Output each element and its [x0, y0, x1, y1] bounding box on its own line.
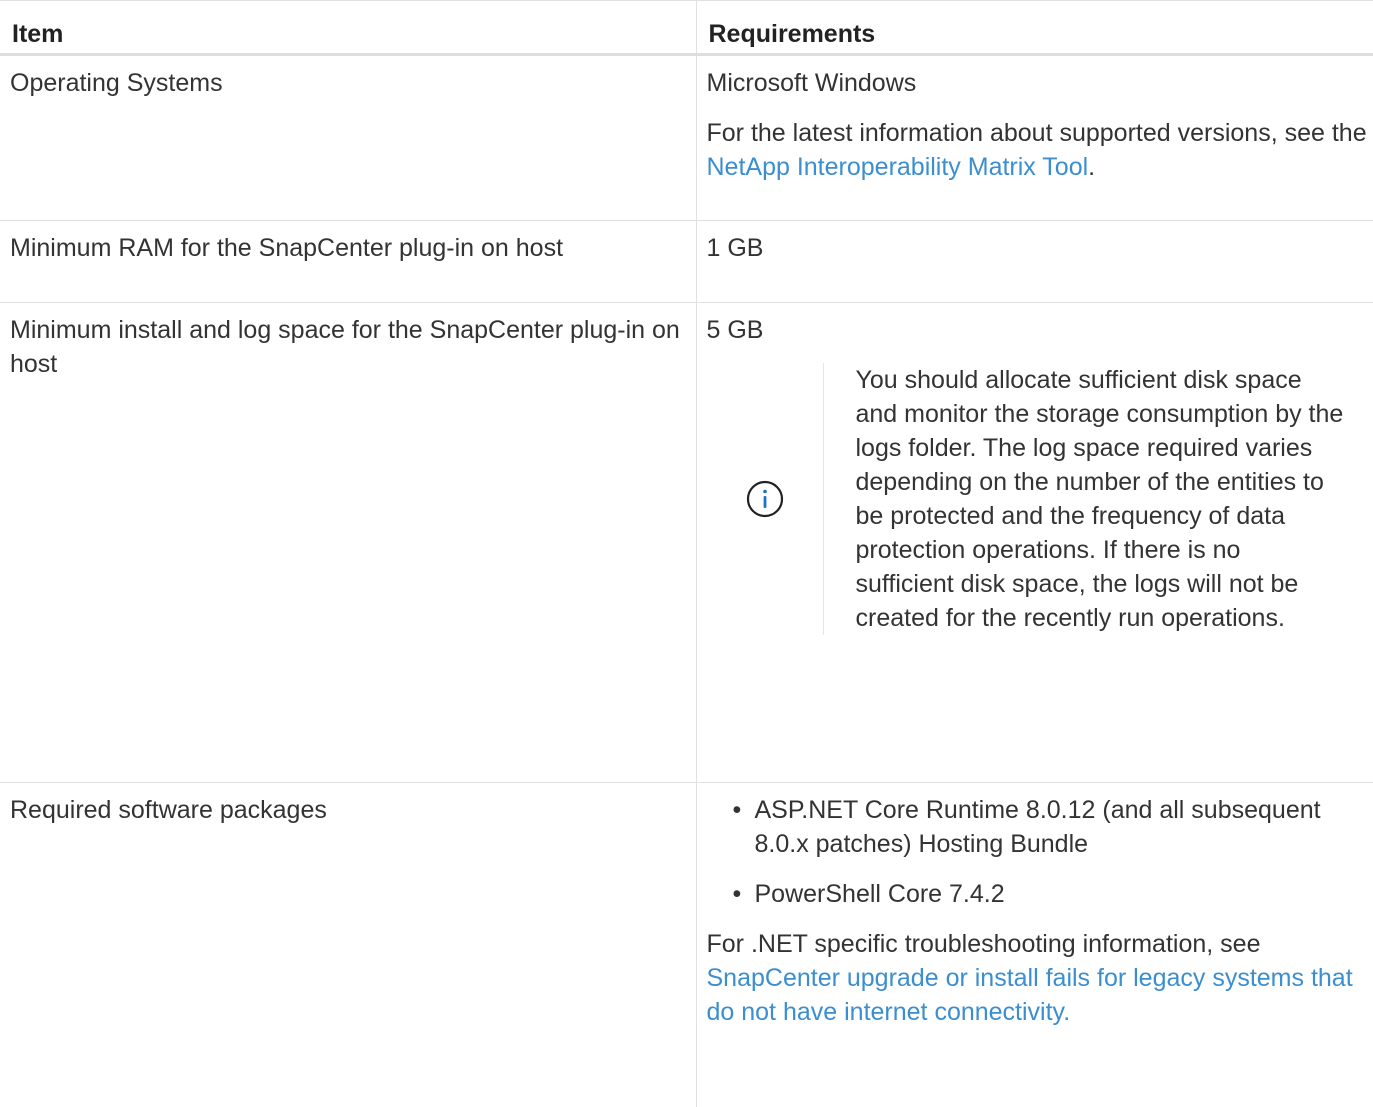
requirement-cell-space: 5 GB You should allocate sufficient disk…	[695, 302, 1373, 783]
os-requirement: Microsoft Windows	[706, 69, 917, 97]
software-note-prefix: For .NET specific troubleshooting inform…	[706, 930, 1261, 958]
interoperability-matrix-link[interactable]: NetApp Interoperability Matrix Tool	[707, 153, 1089, 181]
note-icon-wrapper	[707, 363, 824, 635]
table-header-row: Item Requirements	[0, 0, 1373, 56]
note-text: You should allocate sufficient disk spac…	[855, 366, 1344, 632]
snapcenter-troubleshooting-link[interactable]: SnapCenter upgrade or install fails for …	[707, 964, 1353, 1026]
software-note: For .NET specific troubleshooting inform…	[707, 927, 1373, 1029]
admonition-note: You should allocate sufficient disk spac…	[707, 363, 1373, 635]
requirement-cell-software: ASP.NET Core Runtime 8.0.12 (and all sub…	[695, 782, 1373, 1107]
software-package-list: ASP.NET Core Runtime 8.0.12 (and all sub…	[707, 793, 1373, 911]
table-row: Minimum install and log space for the Sn…	[0, 302, 1373, 783]
header-requirements: Requirements	[695, 0, 1373, 56]
ram-requirement: 1 GB	[706, 234, 764, 262]
requirement-cell-os: Microsoft Windows For the latest informa…	[695, 54, 1373, 221]
item-cell-ram: Minimum RAM for the SnapCenter plug-in o…	[0, 220, 697, 303]
table-row: Operating Systems Microsoft Windows For …	[0, 54, 1373, 221]
requirements-table: Item Requirements Operating Systems Micr…	[0, 0, 1373, 1107]
list-item: PowerShell Core 7.4.2	[733, 877, 1373, 911]
header-item: Item	[0, 0, 697, 56]
list-item: ASP.NET Core Runtime 8.0.12 (and all sub…	[733, 793, 1373, 861]
os-note-prefix: For the latest information about support…	[706, 119, 1367, 147]
requirements-table-container: Item Requirements Operating Systems Micr…	[0, 0, 1373, 1107]
requirement-cell-ram: 1 GB	[695, 220, 1373, 303]
item-cell-software: Required software packages	[0, 782, 697, 1107]
info-circle-icon	[746, 480, 783, 518]
os-note-suffix: .	[1088, 153, 1096, 181]
table-row: Required software packages ASP.NET Core …	[0, 782, 1373, 1107]
table-row: Minimum RAM for the SnapCenter plug-in o…	[0, 220, 1373, 303]
space-requirement: 5 GB	[706, 316, 764, 344]
item-cell-os: Operating Systems	[0, 54, 697, 221]
os-note: For the latest information about support…	[707, 116, 1373, 184]
item-cell-space: Minimum install and log space for the Sn…	[0, 302, 697, 783]
